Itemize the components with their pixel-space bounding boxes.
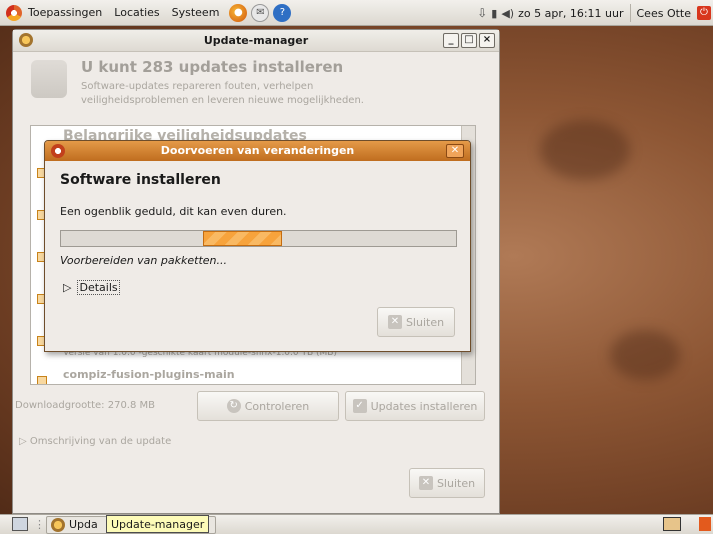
dialog-heading: Software installeren xyxy=(60,172,221,188)
close-button-label: Sluiten xyxy=(436,476,476,490)
dialog-close-button[interactable]: ✕ xyxy=(446,144,464,158)
list-item[interactable]: compiz-fusion-plugins-main xyxy=(63,368,235,381)
battery-icon[interactable]: ▮ xyxy=(491,7,497,20)
tooltip: Update-manager xyxy=(106,515,210,533)
volume-icon[interactable]: ◀) xyxy=(501,7,514,20)
check-button-label: Controleren xyxy=(244,399,310,413)
user-name[interactable]: Cees Otte xyxy=(637,7,692,20)
close-icon: ✕ xyxy=(387,315,402,329)
wallpaper-texture xyxy=(540,120,630,180)
dialog-close-btn[interactable]: ✕ Sluiten xyxy=(377,307,455,337)
top-panel: Toepassingen Locaties Systeem ● ✉ ? ⇩ ▮ … xyxy=(0,0,713,26)
close-window-button[interactable]: × xyxy=(479,33,495,48)
dialog-titlebar[interactable]: Doorvoeren van veranderingen ✕ xyxy=(45,141,470,161)
progress-fill xyxy=(203,231,283,246)
action-row: Downloadgrootte: 270.8 MB ↻ Controleren … xyxy=(13,391,501,421)
close-icon: ✕ xyxy=(418,476,433,490)
maximize-button[interactable]: □ xyxy=(461,33,477,48)
description-expander[interactable]: ▷ Omschrijving van de update xyxy=(19,436,171,447)
updates-subtitle: Software-updates repareren fouten, verhe… xyxy=(81,81,364,106)
trash-icon[interactable] xyxy=(699,517,711,531)
refresh-icon: ↻ xyxy=(226,399,241,413)
system-tray: ⇩ ▮ ◀) zo 5 apr, 16:11 uur Cees Otte ⏻ xyxy=(477,0,713,26)
window-title: Update-manager xyxy=(203,34,309,47)
updates-heading: U kunt 283 updates installeren xyxy=(81,58,344,76)
install-button-label: Updates installeren xyxy=(370,399,478,413)
close-button[interactable]: ✕ Sluiten xyxy=(409,468,485,498)
expander-arrow-icon: ▷ xyxy=(63,281,72,294)
update-checkbox[interactable] xyxy=(37,376,47,384)
workspace-switcher-icon[interactable] xyxy=(663,517,681,531)
help-icon[interactable]: ? xyxy=(273,3,292,22)
ubuntu-logo-icon[interactable] xyxy=(6,4,22,21)
shutdown-icon[interactable]: ⏻ xyxy=(697,6,711,20)
update-manager-icon[interactable] xyxy=(19,33,33,47)
menu-system[interactable]: Systeem xyxy=(166,0,226,26)
clock[interactable]: zo 5 apr, 16:11 uur xyxy=(518,7,623,20)
dialog-app-icon xyxy=(51,144,65,158)
show-desktop-icon[interactable] xyxy=(12,517,28,531)
taskbar-item-label: Upda xyxy=(69,518,98,531)
dialog-message: Een ogenblik geduld, dit kan even duren. xyxy=(60,205,287,218)
panel-handle: ⋮ xyxy=(34,518,45,531)
details-expander[interactable]: ▷ Details xyxy=(63,280,120,295)
panel-separator xyxy=(629,4,631,22)
mail-icon[interactable]: ✉ xyxy=(251,3,270,22)
download-size: Downloadgrootte: 270.8 MB xyxy=(15,400,156,411)
description-label: Omschrijving van de update xyxy=(29,436,172,447)
details-label: Details xyxy=(77,280,120,295)
wallpaper-texture xyxy=(610,330,680,380)
apply-changes-dialog: Doorvoeren van veranderingen ✕ Software … xyxy=(44,140,471,352)
progress-status: Voorbereiden van pakketten... xyxy=(60,254,227,267)
checkmark-icon: ✓ xyxy=(352,399,367,413)
software-updates-icon xyxy=(31,60,67,98)
progress-bar xyxy=(60,230,457,247)
update-manager-icon xyxy=(51,518,65,532)
dialog-close-label: Sluiten xyxy=(405,315,445,329)
menu-applications[interactable]: Toepassingen xyxy=(22,0,108,26)
dialog-title: Doorvoeren van veranderingen xyxy=(160,144,355,157)
install-updates-button[interactable]: ✓ Updates installeren xyxy=(345,391,485,421)
minimize-button[interactable]: _ xyxy=(443,33,459,48)
menu-places[interactable]: Locaties xyxy=(108,0,165,26)
expander-arrow-icon: ▷ xyxy=(19,436,27,447)
check-button[interactable]: ↻ Controleren xyxy=(197,391,339,421)
window-titlebar[interactable]: Update-manager _ □ × xyxy=(13,30,499,52)
firefox-icon[interactable]: ● xyxy=(229,3,248,22)
header-area: U kunt 283 updates installeren Software-… xyxy=(13,52,499,114)
network-icon[interactable]: ⇩ xyxy=(477,6,487,20)
